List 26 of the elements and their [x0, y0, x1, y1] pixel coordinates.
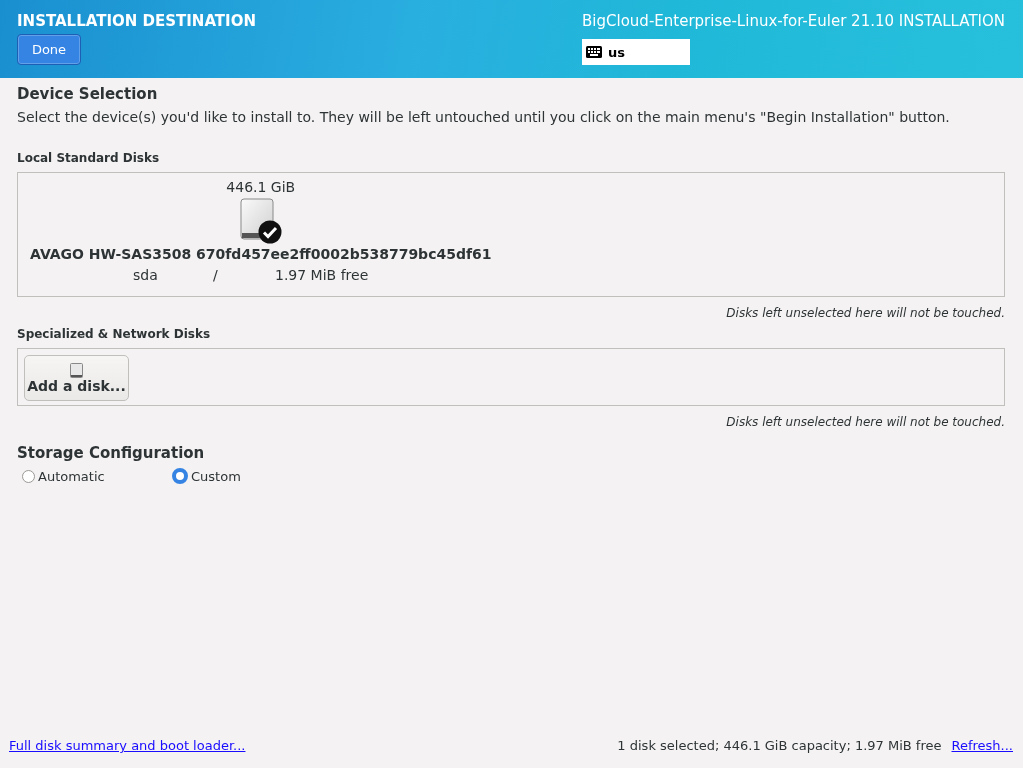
disk-summary-link[interactable]: Full disk summary and boot loader...: [9, 738, 246, 753]
refresh-link[interactable]: Refresh...: [951, 738, 1013, 753]
disk-mount-point: /: [213, 267, 219, 283]
disk-free-space: 1.97 MiB free: [275, 267, 369, 283]
hint-text: Disks left unselected here will not be touched.: [726, 306, 1005, 320]
keyboard-layout-indicator[interactable]: us: [582, 39, 691, 65]
disk-tile[interactable]: 446.1 GiB AVAGO HW-SAS3508 670fd457ee2ff0002b538779bc45df61 sda / 1.97 MiB free: [18, 173, 492, 283]
add-disk-button[interactable]: Add a disk...: [24, 355, 129, 401]
product-title: BigCloud-Enterprise-Linux-for-Euler 21.10 INSTALLATION: [582, 12, 1005, 30]
section-label: Local Standard Disks: [17, 151, 161, 165]
screen-title: INSTALLATION DESTINATION: [17, 12, 256, 30]
disk-size: 446.1 GiB: [226, 179, 296, 195]
section-title: Device Selection: [17, 85, 159, 103]
disk-device: sda: [133, 267, 159, 283]
hint-text: Disks left unselected here will not be touched.: [726, 415, 1005, 429]
section-title: Storage Configuration: [17, 444, 206, 462]
instruction-text: Select the device(s) you'd like to install to. They will be left untouched until you click on the main menu's "Begin Installation" button.: [17, 109, 951, 125]
radio-button[interactable]: [172, 468, 188, 484]
status-text: 1 disk selected; 446.1 GiB capacity; 1.97 MiB free: [617, 738, 942, 753]
section-label: Specialized & Network Disks: [17, 327, 212, 341]
radio-option[interactable]: Automatic: [17, 467, 167, 485]
radio-button[interactable]: [22, 469, 35, 483]
done-button[interactable]: Done: [17, 34, 81, 65]
disk-name: AVAGO HW-SAS3508 670fd457ee2ff0002b538779bc45df61: [30, 246, 492, 262]
radio-option[interactable]: Custom: [167, 467, 317, 485]
keyboard-icon: [586, 46, 603, 58]
